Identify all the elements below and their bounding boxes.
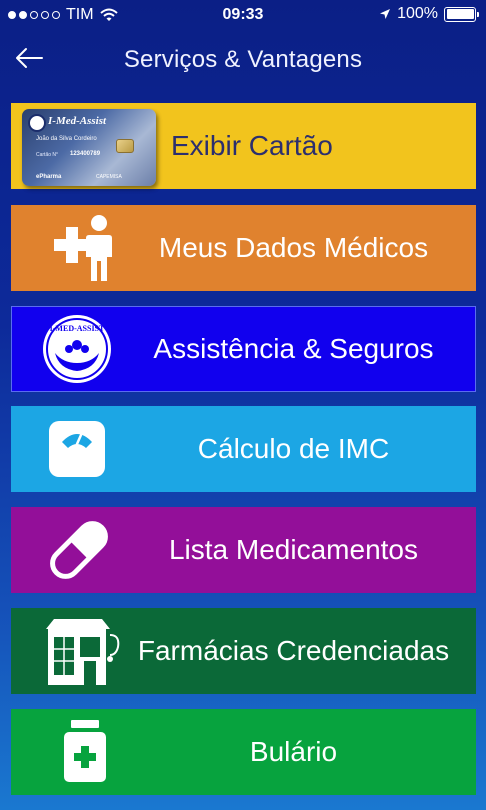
status-bar: TIM 09:33 100% <box>0 0 486 32</box>
menu-item-label: Meus Dados Médicos <box>158 232 429 263</box>
pharmacy-building-icon <box>39 608 125 694</box>
menu-item-bulario[interactable]: Bulário <box>11 709 476 795</box>
card-partner-right: CAPEMISA <box>96 174 122 180</box>
card-logo-icon <box>28 114 46 132</box>
menu-item-label: Lista Medicamentos <box>168 534 418 565</box>
card-number-label: Cartão N° <box>36 152 59 158</box>
membership-card-image: I-Med-Assist João da Silva Cordeiro Cart… <box>22 109 156 186</box>
page-title: Serviços & Vantagens <box>123 46 363 73</box>
medical-person-icon <box>49 205 119 291</box>
battery-icon <box>444 6 479 22</box>
menu-item-meus-dados-medicos[interactable]: Meus Dados Médicos <box>11 205 476 291</box>
location-arrow-icon <box>380 9 391 19</box>
card-chip-icon <box>116 139 134 153</box>
status-right-group: 100% <box>379 5 479 23</box>
battery-percent: 100% <box>397 5 438 22</box>
card-brand: I-Med-Assist <box>48 115 107 127</box>
svg-text:I-MED-ASSIST: I-MED-ASSIST <box>50 324 105 333</box>
medicine-bottle-icon <box>57 709 113 795</box>
menu-item-label: Cálculo de IMC <box>197 433 390 464</box>
i-med-assist-logo-icon: I-MED-ASSIST <box>40 307 114 391</box>
menu-item-lista-medicamentos[interactable]: Lista Medicamentos <box>11 507 476 593</box>
menu-item-label: Assistência & Seguros <box>153 333 434 364</box>
menu-item-label: Farmácias Credenciadas <box>137 635 450 666</box>
card-number: 123400789 <box>70 151 101 157</box>
pill-icon <box>39 507 119 593</box>
nav-bar: Serviços & Vantagens <box>0 32 486 92</box>
menu-item-assistencia-seguros[interactable]: I-MED-ASSIST Assistência & Seguros <box>11 306 476 392</box>
menu-item-farmacias-credenciadas[interactable]: Farmácias Credenciadas <box>11 608 476 694</box>
menu-item-label: Exibir Cartão <box>171 130 333 161</box>
scale-icon <box>41 406 113 492</box>
menu-item-label: Bulário <box>249 736 338 767</box>
menu-item-calculo-imc[interactable]: Cálculo de IMC <box>11 406 476 492</box>
menu-item-exibir-cartao[interactable]: I-Med-Assist João da Silva Cordeiro Cart… <box>11 103 476 189</box>
card-partner-left: ePharma <box>36 174 62 180</box>
card-holder-name: João da Silva Cordeiro <box>36 136 97 142</box>
